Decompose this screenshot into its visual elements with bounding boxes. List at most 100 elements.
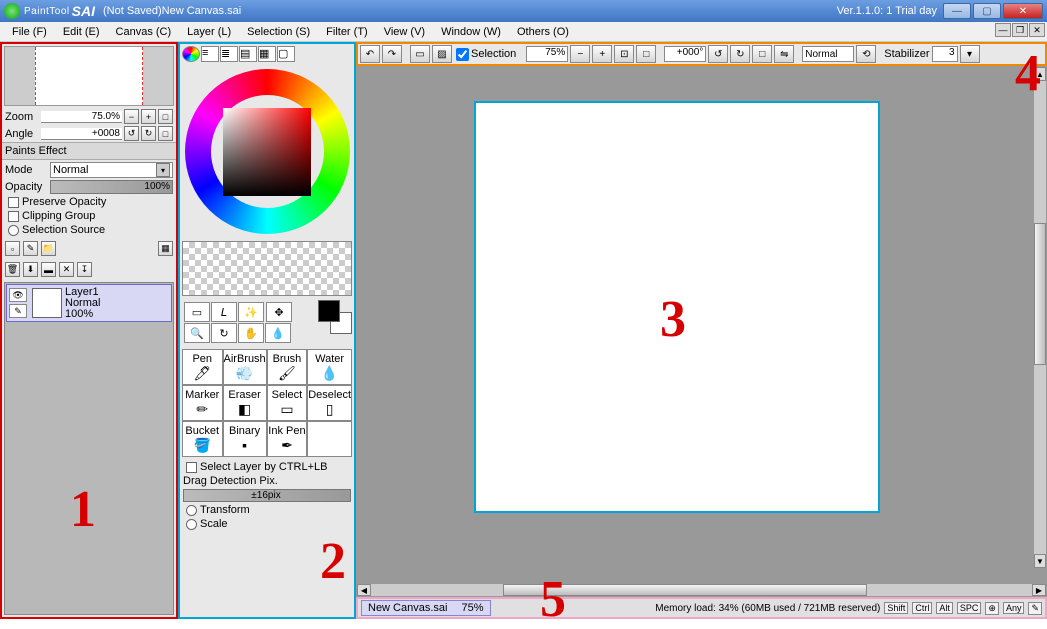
toolbar-rotate-cw-button[interactable]: ↻ bbox=[730, 45, 750, 63]
zoom-reset-button[interactable]: □ bbox=[158, 109, 173, 124]
clipping-group-checkbox[interactable] bbox=[8, 211, 19, 222]
scratchpad-tab[interactable]: ▢ bbox=[277, 46, 295, 62]
mdi-restore-button[interactable]: ❐ bbox=[1012, 23, 1028, 37]
color-picker-tool[interactable]: 💧 bbox=[265, 323, 291, 343]
selection-source-radio[interactable] bbox=[8, 225, 19, 236]
select-layer-ctrl-checkbox[interactable] bbox=[186, 462, 197, 473]
inkpen-brush[interactable]: Ink Pen✒ bbox=[267, 421, 308, 457]
vertical-scrollbar[interactable]: ▲ ▼ bbox=[1033, 66, 1047, 569]
redo-button[interactable]: ↷ bbox=[382, 45, 402, 63]
rect-select-tool[interactable]: ▭ bbox=[184, 302, 210, 322]
binary-brush[interactable]: Binary▪ bbox=[223, 421, 267, 457]
edit-icon[interactable]: ✎ bbox=[9, 304, 27, 318]
swatch-panel[interactable] bbox=[182, 241, 352, 296]
deselect-button[interactable]: ▭ bbox=[410, 45, 430, 63]
angle-reset-button[interactable]: □ bbox=[158, 126, 173, 141]
new-folder-button[interactable]: 📁 bbox=[41, 241, 56, 256]
move-tool[interactable]: ✥ bbox=[266, 302, 292, 322]
select-brush[interactable]: Select▭ bbox=[267, 385, 308, 421]
scroll-down-icon[interactable]: ▼ bbox=[1034, 554, 1046, 568]
transfer-down-button[interactable]: ↧ bbox=[77, 262, 92, 277]
menu-filter[interactable]: Filter (T) bbox=[318, 24, 376, 40]
color-wheel-tab[interactable] bbox=[182, 46, 200, 62]
toolbar-angle-value[interactable]: +000° bbox=[664, 46, 706, 62]
navigator-preview[interactable] bbox=[4, 46, 174, 106]
lasso-tool[interactable]: 𝘓 bbox=[211, 302, 237, 322]
deselect-brush[interactable]: Deselect▯ bbox=[307, 385, 352, 421]
toolbar-zoom-value[interactable]: 75% bbox=[526, 46, 568, 62]
hand-tool[interactable]: ✋ bbox=[238, 323, 264, 343]
clear-layer-button[interactable]: ✕ bbox=[59, 262, 74, 277]
angle-value[interactable]: +0008 bbox=[41, 128, 122, 140]
marker-brush[interactable]: Marker✏ bbox=[182, 385, 223, 421]
toolbar-zoom-plus-button[interactable]: + bbox=[592, 45, 612, 63]
menu-file[interactable]: File (F) bbox=[4, 24, 55, 40]
menu-selection[interactable]: Selection (S) bbox=[239, 24, 318, 40]
airbrush-brush[interactable]: AirBrush💨 bbox=[223, 349, 267, 385]
swatches-tab[interactable]: ▦ bbox=[258, 46, 276, 62]
menu-others[interactable]: Others (O) bbox=[509, 24, 577, 40]
vertical-scroll-thumb[interactable] bbox=[1034, 223, 1046, 365]
hsv-slider-tab[interactable]: ≣ bbox=[220, 46, 238, 62]
color-wheel[interactable] bbox=[180, 64, 354, 239]
fg-bg-swatch[interactable] bbox=[318, 300, 352, 334]
stabilizer-dropdown-button[interactable]: ▾ bbox=[960, 45, 980, 63]
scroll-up-icon[interactable]: ▲ bbox=[1034, 67, 1046, 81]
toolbar-flip-button[interactable]: ⇋ bbox=[774, 45, 794, 63]
flatten-button[interactable]: ▬ bbox=[41, 262, 56, 277]
mdi-close-button[interactable]: ✕ bbox=[1029, 23, 1045, 37]
minimize-button[interactable]: — bbox=[943, 3, 971, 19]
scroll-left-icon[interactable]: ◀ bbox=[357, 584, 371, 596]
toolbar-zoom-fit-button[interactable]: ⊡ bbox=[614, 45, 634, 63]
eraser-brush[interactable]: Eraser◧ bbox=[223, 385, 267, 421]
rgb-slider-tab[interactable]: ≡ bbox=[201, 46, 219, 62]
horizontal-scrollbar[interactable]: ◀ ▶ bbox=[356, 583, 1047, 597]
drag-detection-slider[interactable]: ±16pix bbox=[183, 489, 351, 502]
scale-radio[interactable] bbox=[186, 519, 197, 530]
toolbar-zoom-reset-button[interactable]: □ bbox=[636, 45, 656, 63]
angle-ccw-button[interactable]: ↺ bbox=[124, 126, 139, 141]
stabilizer-value[interactable]: 3 bbox=[932, 46, 958, 62]
undo-button[interactable]: ↶ bbox=[360, 45, 380, 63]
mode-dropdown[interactable]: Normal▾ bbox=[50, 162, 173, 178]
new-linework-button[interactable]: ✎ bbox=[23, 241, 38, 256]
show-selection-checkbox[interactable] bbox=[456, 48, 469, 61]
canvas[interactable] bbox=[474, 101, 880, 513]
layer-mask-button[interactable]: ▦ bbox=[158, 241, 173, 256]
toolbar-blend-dropdown[interactable]: Normal bbox=[802, 46, 854, 62]
scroll-right-icon[interactable]: ▶ bbox=[1032, 584, 1046, 596]
menu-window[interactable]: Window (W) bbox=[433, 24, 509, 40]
menu-edit[interactable]: Edit (E) bbox=[55, 24, 108, 40]
layer-item[interactable]: 👁 ✎ Layer1 Normal 100% bbox=[6, 284, 172, 322]
rotate-tool[interactable]: ↻ bbox=[211, 323, 237, 343]
preserve-opacity-checkbox[interactable] bbox=[8, 197, 19, 208]
invert-button[interactable]: ▨ bbox=[432, 45, 452, 63]
toolbar-rotate-reset-button[interactable]: □ bbox=[752, 45, 772, 63]
delete-layer-button[interactable]: 🗑 bbox=[5, 262, 20, 277]
maximize-button[interactable]: ▢ bbox=[973, 3, 1001, 19]
opacity-slider[interactable]: 100% bbox=[50, 180, 173, 194]
new-layer-button[interactable]: ▫ bbox=[5, 241, 20, 256]
zoom-value[interactable]: 75.0% bbox=[41, 111, 122, 123]
canvas-viewport[interactable]: ▲ ▼ bbox=[356, 66, 1047, 583]
mdi-minimize-button[interactable]: — bbox=[995, 23, 1011, 37]
close-button[interactable]: ✕ bbox=[1003, 3, 1043, 19]
pen-brush[interactable]: Pen🖊 bbox=[182, 349, 223, 385]
brush-brush[interactable]: Brush🖌 bbox=[267, 349, 308, 385]
zoom-minus-button[interactable]: − bbox=[124, 109, 139, 124]
toolbar-blend-reset-button[interactable]: ⟲ bbox=[856, 45, 876, 63]
merge-down-button[interactable]: ⬇ bbox=[23, 262, 38, 277]
angle-cw-button[interactable]: ↻ bbox=[141, 126, 156, 141]
empty-brush-slot[interactable] bbox=[307, 421, 352, 457]
toolbar-zoom-minus-button[interactable]: − bbox=[570, 45, 590, 63]
layer-list[interactable]: 👁 ✎ Layer1 Normal 100% bbox=[4, 282, 174, 615]
horizontal-scroll-thumb[interactable] bbox=[503, 584, 867, 596]
menu-layer[interactable]: Layer (L) bbox=[179, 24, 239, 40]
transform-radio[interactable] bbox=[186, 505, 197, 516]
visibility-icon[interactable]: 👁 bbox=[9, 288, 27, 302]
document-tab[interactable]: New Canvas.sai 75% bbox=[361, 600, 491, 616]
zoom-plus-button[interactable]: + bbox=[141, 109, 156, 124]
water-brush[interactable]: Water💧 bbox=[307, 349, 352, 385]
zoom-tool[interactable]: 🔍 bbox=[184, 323, 210, 343]
toolbar-rotate-ccw-button[interactable]: ↺ bbox=[708, 45, 728, 63]
